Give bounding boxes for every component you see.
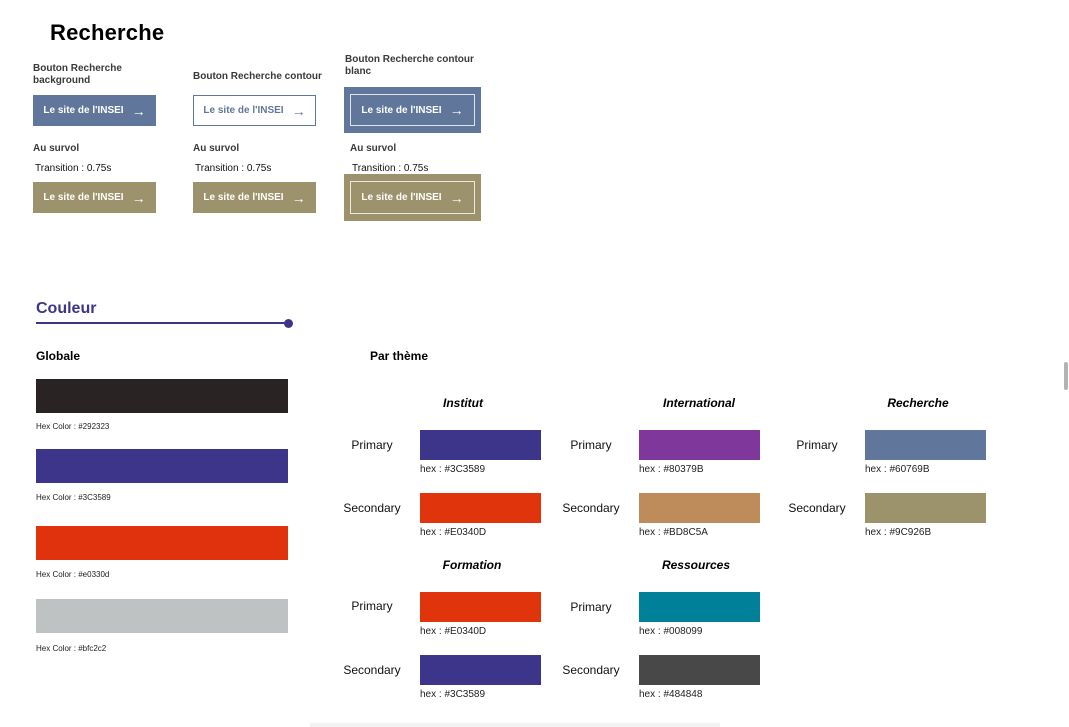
color-swatch-indigo bbox=[36, 449, 288, 483]
theme-swatch-secondary bbox=[639, 655, 760, 685]
section-underline bbox=[36, 322, 288, 324]
primary-label: Primary bbox=[570, 600, 612, 614]
hover-label: Au survol bbox=[350, 143, 397, 154]
theme-swatch-primary bbox=[420, 592, 541, 622]
arrow-right-icon: → bbox=[291, 102, 306, 119]
theme-swatch-primary bbox=[639, 430, 760, 460]
search-button-white-outline[interactable]: Le site de l'INSEI → bbox=[344, 87, 481, 133]
search-button-white-outline-hover[interactable]: Le site de l'INSEI → bbox=[344, 174, 481, 221]
transition-text: Transition : 0.75s bbox=[35, 163, 112, 174]
primary-label: Primary bbox=[351, 599, 393, 613]
button-inner-frame: Le site de l'INSEI → bbox=[350, 181, 475, 214]
transition-text: Transition : 0.75s bbox=[195, 163, 272, 174]
button-label: Le site de l'INSEI bbox=[203, 105, 284, 116]
section-title-couleur: Couleur bbox=[36, 300, 97, 317]
secondary-label: Secondary bbox=[343, 501, 401, 515]
color-swatch-grey bbox=[36, 599, 288, 633]
theme-hex-secondary: hex : #E0340D bbox=[420, 527, 487, 538]
button-label: Le site de l'INSEI bbox=[43, 192, 124, 203]
arrow-right-icon: → bbox=[291, 189, 306, 206]
section-underline-dot bbox=[284, 319, 293, 328]
secondary-label: Secondary bbox=[343, 663, 401, 677]
theme-hex-primary: hex : #60769B bbox=[865, 464, 930, 475]
theme-title-international: International bbox=[662, 396, 735, 410]
theme-hex-secondary: hex : #BD8C5A bbox=[639, 527, 708, 538]
theme-swatch-secondary bbox=[420, 493, 541, 523]
secondary-label: Secondary bbox=[562, 501, 620, 515]
theme-swatch-secondary bbox=[865, 493, 986, 523]
search-button-background[interactable]: Le site de l'INSEI → bbox=[33, 95, 156, 126]
theme-hex-primary: hex : #E0340D bbox=[420, 626, 487, 637]
arrow-right-icon: → bbox=[449, 189, 464, 206]
vertical-scrollbar[interactable] bbox=[1064, 362, 1068, 390]
color-caption: Hex Color : #bfc2c2 bbox=[36, 644, 107, 653]
search-button-outline[interactable]: Le site de l'INSEI → bbox=[193, 95, 316, 126]
secondary-label: Secondary bbox=[788, 501, 846, 515]
arrow-right-icon: → bbox=[131, 102, 146, 119]
bottom-edge-bar bbox=[310, 723, 720, 727]
theme-swatch-secondary bbox=[420, 655, 541, 685]
theme-hex-secondary: hex : #484848 bbox=[639, 689, 703, 700]
theme-title-recherche: Recherche bbox=[887, 396, 949, 410]
theme-swatch-primary bbox=[420, 430, 541, 460]
column-label-background: Bouton Recherche background bbox=[33, 63, 122, 86]
arrow-right-icon: → bbox=[131, 189, 146, 206]
theme-hex-secondary: hex : #9C926B bbox=[865, 527, 932, 538]
page-title: Recherche bbox=[50, 20, 165, 45]
par-theme-heading: Par thème bbox=[370, 349, 429, 363]
column-label-white-outline: Bouton Recherche contour blanc bbox=[345, 54, 474, 77]
primary-label: Primary bbox=[570, 438, 612, 452]
color-swatch-dark bbox=[36, 379, 288, 413]
globale-heading: Globale bbox=[36, 349, 81, 363]
color-caption: Hex Color : #e0330d bbox=[36, 570, 110, 579]
theme-hex-secondary: hex : #3C3589 bbox=[420, 689, 486, 700]
theme-title-institut: Institut bbox=[443, 396, 483, 410]
theme-swatch-primary bbox=[639, 592, 760, 622]
primary-label: Primary bbox=[351, 438, 393, 452]
button-label: Le site de l'INSEI bbox=[203, 192, 284, 203]
color-caption: Hex Color : #3C3589 bbox=[36, 493, 111, 502]
theme-swatch-primary bbox=[865, 430, 986, 460]
primary-label: Primary bbox=[796, 438, 838, 452]
theme-hex-primary: hex : #3C3589 bbox=[420, 464, 486, 475]
button-label: Le site de l'INSEI bbox=[361, 104, 442, 116]
color-swatch-red bbox=[36, 526, 288, 560]
column-label-outline: Bouton Recherche contour bbox=[193, 71, 322, 82]
arrow-right-icon: → bbox=[449, 102, 464, 118]
search-button-outline-hover[interactable]: Le site de l'INSEI → bbox=[193, 182, 316, 213]
button-label: Le site de l'INSEI bbox=[361, 192, 442, 203]
theme-title-formation: Formation bbox=[442, 558, 502, 572]
theme-title-ressources: Ressources bbox=[661, 558, 731, 572]
theme-hex-primary: hex : #008099 bbox=[639, 626, 703, 637]
secondary-label: Secondary bbox=[562, 663, 620, 677]
hover-label: Au survol bbox=[33, 143, 80, 154]
button-inner-frame: Le site de l'INSEI → bbox=[350, 94, 475, 126]
hover-label: Au survol bbox=[193, 143, 240, 154]
search-button-background-hover[interactable]: Le site de l'INSEI → bbox=[33, 182, 156, 213]
transition-text: Transition : 0.75s bbox=[352, 163, 429, 174]
theme-swatch-secondary bbox=[639, 493, 760, 523]
button-label: Le site de l'INSEI bbox=[43, 105, 124, 116]
color-caption: Hex Color : #292323 bbox=[36, 422, 110, 431]
theme-hex-primary: hex : #80379B bbox=[639, 464, 704, 475]
